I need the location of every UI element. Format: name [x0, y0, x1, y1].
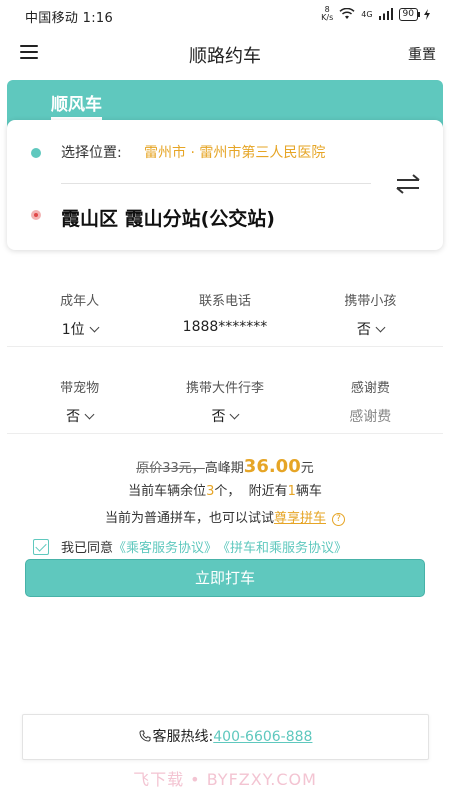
agreement-row: 我已同意 《乘客服务协议》 《拼车和乘服务协议》: [33, 537, 347, 556]
start-location-value[interactable]: 雷州市 · 雷州市第三人民医院: [144, 142, 325, 162]
nav-bar: 顺路约车 重置: [0, 30, 450, 76]
phone-icon: [139, 730, 151, 742]
tab-hitch-ride[interactable]: 顺风车: [51, 90, 102, 120]
premium-carpool-link[interactable]: 尊享拼车: [274, 511, 326, 526]
children-option[interactable]: 携带小孩 否: [298, 290, 443, 346]
hotline-label: 客服热线:: [152, 729, 214, 745]
phone-option[interactable]: 联系电话 1888*******: [152, 290, 297, 346]
options-row-2: 带宠物 否 携带大件行李 否 感谢费 感谢费: [7, 377, 443, 434]
pets-select[interactable]: 否: [66, 406, 95, 426]
luggage-option[interactable]: 携带大件行李 否: [152, 377, 297, 433]
pets-label: 带宠物: [60, 381, 100, 396]
net-speed-unit: K/s: [321, 13, 334, 22]
chevron-down-icon: [375, 322, 386, 333]
carpool-info: 当前为普通拼车，也可以试试尊享拼车?: [0, 507, 450, 526]
carrier-time: 中国移动 1:16: [25, 11, 114, 26]
hotline-box: 客服热线:400-6606-888: [22, 714, 429, 760]
carpool-agreement-link[interactable]: 《拼车和乘服务协议》: [217, 537, 347, 556]
pets-value: 否: [66, 409, 81, 425]
seats-middle: 个， 附近有: [214, 484, 288, 499]
original-price: 原价33元，: [136, 461, 205, 476]
luggage-value: 否: [211, 409, 226, 425]
status-icons: 8 K/s 4G 90: [321, 6, 430, 22]
price-unit: 元: [300, 461, 314, 476]
status-bar: 中国移动 1:16 8 K/s 4G 90: [0, 0, 450, 30]
luggage-label: 携带大件行李: [185, 381, 264, 396]
tip-input[interactable]: 感谢费: [349, 406, 391, 426]
signal-icon: [378, 8, 393, 20]
passenger-agreement-link[interactable]: 《乘客服务协议》: [113, 537, 217, 556]
adults-value: 1位: [61, 322, 85, 338]
end-dot-icon: [31, 210, 41, 220]
agreement-text: 我已同意: [61, 541, 114, 556]
nearby-cars-count: 1: [287, 484, 296, 499]
start-dot-icon: [31, 148, 41, 158]
book-now-button[interactable]: 立即打车: [25, 559, 425, 597]
price-line: 原价33元，高峰期36.00元: [0, 456, 450, 477]
seats-suffix: 辆车: [295, 484, 322, 499]
network-type: 4G: [361, 9, 373, 19]
pets-option[interactable]: 带宠物 否: [7, 377, 152, 433]
wifi-icon: [339, 8, 355, 19]
peak-label: 高峰期: [204, 461, 244, 476]
luggage-select[interactable]: 否: [211, 406, 240, 426]
seats-info: 当前车辆余位3个， 附近有1辆车: [0, 480, 450, 499]
swap-icon[interactable]: [393, 172, 423, 196]
carpool-text: 当前为普通拼车，也可以试试: [104, 511, 274, 526]
battery-icon: 90: [398, 7, 421, 21]
chevron-down-icon: [230, 409, 240, 420]
location-card: 选择位置: 雷州市 · 雷州市第三人民医院 霞山区 霞山分站(公交站): [7, 120, 443, 250]
adults-label: 成年人: [60, 294, 100, 309]
phone-value[interactable]: 1888*******: [183, 319, 268, 335]
start-location-label: 选择位置:: [61, 145, 122, 161]
chevron-down-icon: [84, 409, 95, 420]
agreement-checkbox[interactable]: [33, 538, 49, 555]
charging-icon: [424, 8, 430, 20]
adults-option[interactable]: 成年人 1位: [7, 290, 152, 346]
divider: [61, 183, 371, 184]
net-speed: 8 K/s: [321, 6, 333, 22]
watermark: 飞下载 • BYFZXY.COM: [133, 770, 317, 789]
destination-value[interactable]: 霞山区 霞山分站(公交站): [61, 204, 275, 231]
page-title: 顺路约车: [189, 46, 261, 67]
children-select[interactable]: 否: [356, 319, 386, 339]
options-row-1: 成年人 1位 联系电话 1888******* 携带小孩 否: [7, 290, 443, 347]
peak-price-value: 36.00: [243, 456, 301, 477]
children-value: 否: [356, 322, 371, 338]
chevron-down-icon: [89, 322, 100, 333]
reset-button[interactable]: 重置: [408, 44, 436, 64]
tip-label: 感谢费: [350, 381, 390, 396]
tip-option[interactable]: 感谢费 感谢费: [298, 377, 443, 433]
hotline-number[interactable]: 400-6606-888: [213, 729, 312, 745]
children-label: 携带小孩: [344, 294, 397, 309]
phone-label: 联系电话: [198, 294, 251, 309]
adults-select[interactable]: 1位: [61, 319, 100, 339]
help-icon[interactable]: ?: [332, 513, 346, 526]
seats-prefix: 当前车辆余位: [128, 484, 207, 499]
